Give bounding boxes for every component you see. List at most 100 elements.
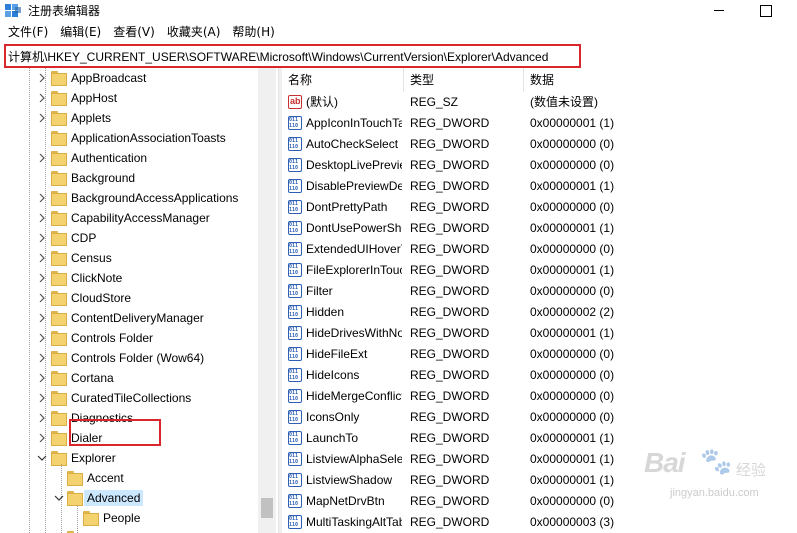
chevron-right-icon[interactable] [36, 432, 48, 444]
value-row[interactable]: HideDrivesWithNoMedia REG_DWORD 0x000000… [282, 323, 797, 344]
menu-file[interactable]: 文件(F) [0, 22, 54, 42]
chevron-right-icon[interactable] [36, 152, 48, 164]
value-data: 0x00000002 (2) [530, 305, 615, 319]
tree-item[interactable]: AppHost [0, 88, 258, 108]
value-row[interactable]: Filter REG_DWORD 0x00000000 (0) [282, 281, 797, 302]
tree-item-label: Census [71, 251, 112, 265]
tree-item[interactable]: Census [0, 248, 258, 268]
value-type: REG_DWORD [410, 452, 490, 466]
value-name: FileExplorerInTouchImprovement [306, 263, 402, 277]
value-row[interactable]: HideMergeConflicts REG_DWORD 0x00000000 … [282, 386, 797, 407]
tree-item-explorer[interactable]: Explorer [0, 448, 258, 468]
value-row[interactable]: DontUsePowerShellOnWinX REG_DWORD 0x0000… [282, 218, 797, 239]
minimize-button[interactable] [696, 0, 742, 22]
chevron-right-icon[interactable] [36, 392, 48, 404]
value-name: ExtendedUIHoverTime [306, 242, 402, 256]
tree-item[interactable]: CapabilityAccessManager [0, 208, 258, 228]
chevron-right-icon[interactable] [36, 212, 48, 224]
chevron-right-icon[interactable] [36, 112, 48, 124]
value-row[interactable]: IconsOnly REG_DWORD 0x00000000 (0) [282, 407, 797, 428]
column-header-data[interactable]: 数据 [524, 68, 797, 92]
value-name: HideDrivesWithNoMedia [306, 326, 402, 340]
value-row[interactable]: DontPrettyPath REG_DWORD 0x00000000 (0) [282, 197, 797, 218]
tree-item[interactable] [0, 528, 258, 533]
value-row[interactable]: DesktopLivePreviewHoverTime REG_DWORD 0x… [282, 155, 797, 176]
value-type: REG_DWORD [410, 200, 490, 214]
tree-item[interactable]: Authentication [0, 148, 258, 168]
tree-item[interactable]: People [0, 508, 258, 528]
tree-item[interactable]: Applets [0, 108, 258, 128]
value-row[interactable]: DisablePreviewDesktop REG_DWORD 0x000000… [282, 176, 797, 197]
tree-item[interactable]: Controls Folder (Wow64) [0, 348, 258, 368]
tree-item-label: Controls Folder (Wow64) [71, 351, 205, 365]
chevron-right-icon[interactable] [36, 192, 48, 204]
tree-item[interactable]: CuratedTileCollections [0, 388, 258, 408]
tree-item[interactable]: ApplicationAssociationToasts [0, 128, 258, 148]
chevron-right-icon[interactable] [36, 372, 48, 384]
tree-scrollbar-thumb[interactable] [261, 498, 273, 518]
chevron-right-icon[interactable] [36, 72, 48, 84]
tree-item[interactable]: ContentDeliveryManager [0, 308, 258, 328]
value-row[interactable]: AutoCheckSelect REG_DWORD 0x00000000 (0) [282, 134, 797, 155]
value-row[interactable]: MultiTaskingAltTabFilter REG_DWORD 0x000… [282, 512, 797, 533]
value-row[interactable]: HideFileExt REG_DWORD 0x00000000 (0) [282, 344, 797, 365]
tree-item[interactable]: ClickNote [0, 268, 258, 288]
tree-scrollbar[interactable] [258, 68, 276, 533]
value-type: REG_DWORD [410, 347, 490, 361]
folder-icon [51, 291, 67, 306]
chevron-right-icon[interactable] [36, 232, 48, 244]
value-type: REG_DWORD [410, 494, 490, 508]
tree-item[interactable]: Cortana [0, 368, 258, 388]
chevron-right-icon[interactable] [36, 352, 48, 364]
chevron-down-icon[interactable] [36, 452, 48, 464]
tree-item[interactable]: CDP [0, 228, 258, 248]
value-row[interactable]: (默认) REG_SZ (数值未设置) [282, 92, 797, 113]
chevron-right-icon[interactable] [36, 252, 48, 264]
tree-item[interactable]: CloudStore [0, 288, 258, 308]
value-row[interactable]: ListviewShadow REG_DWORD 0x00000001 (1) [282, 470, 797, 491]
value-data: 0x00000000 (0) [530, 242, 615, 256]
tree-item-advanced[interactable]: Advanced [0, 488, 258, 508]
folder-icon [51, 171, 67, 186]
tree-item[interactable]: Accent [0, 468, 258, 488]
value-row[interactable]: MapNetDrvBtn REG_DWORD 0x00000000 (0) [282, 491, 797, 512]
dword-value-icon [288, 347, 302, 361]
address-path: 计算机\HKEY_CURRENT_USER\SOFTWARE\Microsoft… [8, 50, 549, 64]
value-data: 0x00000001 (1) [530, 473, 615, 487]
column-header-type[interactable]: 类型 [404, 68, 524, 92]
address-bar[interactable]: 计算机\HKEY_CURRENT_USER\SOFTWARE\Microsoft… [4, 44, 581, 68]
menu-view[interactable]: 查看(V) [107, 22, 161, 42]
value-data: 0x00000001 (1) [530, 116, 615, 130]
value-row[interactable]: FileExplorerInTouchImprovement REG_DWORD… [282, 260, 797, 281]
value-type: REG_DWORD [410, 389, 490, 403]
folder-icon [51, 211, 67, 226]
chevron-right-icon[interactable] [36, 312, 48, 324]
folder-icon [51, 91, 67, 106]
value-row[interactable]: HideIcons REG_DWORD 0x00000000 (0) [282, 365, 797, 386]
menu-help[interactable]: 帮助(H) [226, 22, 280, 42]
dword-value-icon [288, 410, 302, 424]
chevron-right-icon[interactable] [36, 92, 48, 104]
maximize-button[interactable] [742, 0, 788, 22]
value-row[interactable]: AppIconInTouchTaskbar REG_DWORD 0x000000… [282, 113, 797, 134]
value-name: ListviewAlphaSelect [306, 452, 402, 466]
value-row[interactable]: Hidden REG_DWORD 0x00000002 (2) [282, 302, 797, 323]
chevron-right-icon[interactable] [36, 272, 48, 284]
value-row[interactable]: LaunchTo REG_DWORD 0x00000001 (1) [282, 428, 797, 449]
tree-item[interactable]: Background [0, 168, 258, 188]
menu-favorites[interactable]: 收藏夹(A) [161, 22, 227, 42]
column-header-name[interactable]: 名称 [282, 68, 404, 92]
dword-value-icon [288, 116, 302, 130]
menu-edit[interactable]: 编辑(E) [54, 22, 107, 42]
value-row[interactable]: ExtendedUIHoverTime REG_DWORD 0x00000000… [282, 239, 797, 260]
chevron-right-icon[interactable] [36, 412, 48, 424]
tree-item[interactable]: AppBroadcast [0, 68, 258, 88]
tree-item-label: People [103, 511, 141, 525]
value-data: (数值未设置) [530, 95, 598, 109]
tree-item[interactable]: BackgroundAccessApplications [0, 188, 258, 208]
chevron-right-icon[interactable] [36, 292, 48, 304]
chevron-right-icon[interactable] [36, 332, 48, 344]
tree-item[interactable]: Controls Folder [0, 328, 258, 348]
chevron-down-icon[interactable] [53, 492, 65, 504]
value-row[interactable]: ListviewAlphaSelect REG_DWORD 0x00000001… [282, 449, 797, 470]
